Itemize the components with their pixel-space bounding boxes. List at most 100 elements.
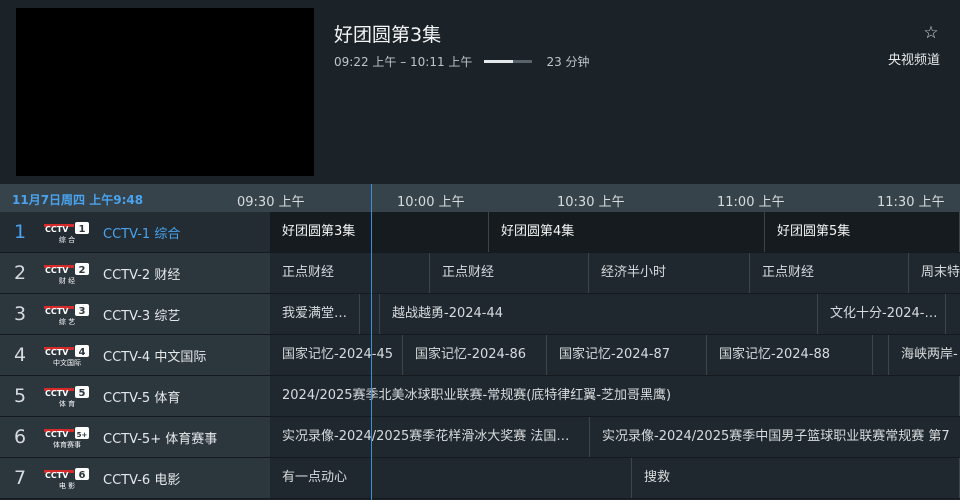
now-playing-info: 好团圆第3集 09:22 上午 – 10:11 上午 23 分钟 — [334, 20, 590, 70]
program-progress-bar — [484, 60, 533, 63]
channel-name: CCTV-2 财经 — [103, 267, 181, 283]
svg-text:5+: 5+ — [77, 431, 88, 439]
channel-info[interactable]: 3 CCTV 3 综 艺 CCTV-3 综艺 — [0, 294, 270, 334]
program-list: 实况录像-2024/2025赛季花样滑冰大奖赛 法国… 实况录像-2024/202… — [270, 417, 960, 457]
program-list: 我爱满堂… 越战越勇-2024-44 文化十分-2024-… — [270, 294, 960, 334]
channel-row[interactable]: 6 CCTV 5+ 体育赛事 CCTV-5+ 体育赛事 实况录像-2024/2025赛季花… — [0, 417, 960, 458]
program-cell[interactable]: 海峡两岸- — [889, 335, 960, 375]
program-cell[interactable]: 我爱满堂… — [270, 294, 360, 334]
svg-text:电 影: 电 影 — [59, 481, 75, 489]
channel-info[interactable]: 7 CCTV 6 电 影 CCTV-6 电影 — [0, 458, 270, 498]
program-list: 有一点动心 搜救 — [270, 458, 960, 498]
time-tick: 09:30 上午 — [237, 195, 305, 210]
program-cell[interactable]: 国家记忆-2024-88 — [707, 335, 873, 375]
program-cell[interactable]: 好团圆第5集 — [765, 212, 960, 252]
cctv-2-logo-icon: CCTV 2 财 经 — [43, 262, 91, 285]
channel-info[interactable]: 5 CCTV 5 体 育 CCTV-5 体育 — [0, 376, 270, 416]
timeline-bar: 11月7日周四 上午9:48 09:30 上午 10:00 上午 10:30 上… — [0, 184, 960, 212]
cctv-3-logo-icon: CCTV 3 综 艺 — [43, 303, 91, 326]
svg-text:5: 5 — [79, 388, 86, 399]
program-time-range: 09:22 上午 – 10:11 上午 — [334, 55, 473, 69]
time-tick: 11:00 上午 — [717, 195, 785, 210]
channel-row[interactable]: 4 CCTV 4 中文国际 CCTV-4 中文国际 国家记忆-2024-45 国家记忆-20… — [0, 335, 960, 376]
program-cell[interactable]: 周末特 — [909, 253, 960, 293]
channel-name: CCTV-4 中文国际 — [103, 349, 207, 365]
channel-number: 1 — [13, 221, 27, 243]
cctv-4-logo-icon: CCTV 4 中文国际 — [43, 344, 91, 367]
program-cell[interactable]: 搜救 — [632, 458, 960, 498]
svg-text:CCTV: CCTV — [45, 307, 69, 316]
program-cell[interactable]: 国家记忆-2024-86 — [403, 335, 547, 375]
channel-row[interactable]: 3 CCTV 3 综 艺 CCTV-3 综艺 我爱满堂… 越战越勇-2024-44 文化十分-… — [0, 294, 960, 335]
time-tick: 10:00 上午 — [397, 195, 465, 210]
channel-name: CCTV-3 综艺 — [103, 308, 181, 324]
channel-info[interactable]: 4 CCTV 4 中文国际 CCTV-4 中文国际 — [0, 335, 270, 375]
channel-row[interactable]: 5 CCTV 5 体 育 CCTV-5 体育 2024/2025赛季北美冰球职业联赛-常规… — [0, 376, 960, 417]
channel-row[interactable]: 2 CCTV 2 财 经 CCTV-2 财经 正点财经 正点财经 经济半小时 正点财经 周末特 — [0, 253, 960, 294]
svg-text:CCTV: CCTV — [45, 225, 69, 234]
program-cell[interactable] — [946, 294, 960, 334]
svg-text:6: 6 — [79, 470, 86, 481]
program-cell[interactable]: 实况录像-2024/2025赛季花样滑冰大奖赛 法国… — [270, 417, 590, 457]
channel-number: 4 — [13, 344, 27, 366]
channel-number: 7 — [13, 467, 27, 489]
channel-name: CCTV-1 综合 — [103, 226, 181, 242]
channel-row[interactable]: 1 CCTV 1 综 合 CCTV-1 综合 好团圆第3集 好团圆第4集 好团圆第5集 — [0, 212, 960, 253]
program-remaining: 23 分钟 — [546, 55, 590, 69]
svg-text:财 经: 财 经 — [59, 276, 75, 284]
channel-info[interactable]: 6 CCTV 5+ 体育赛事 CCTV-5+ 体育赛事 — [0, 417, 270, 457]
program-cell[interactable]: 实况录像-2024/2025赛季中国男子篮球职业联赛常规赛 第7 — [590, 417, 960, 457]
svg-text:体育赛事: 体育赛事 — [53, 440, 81, 448]
program-cell[interactable]: 好团圆第3集 — [270, 212, 489, 252]
program-list: 好团圆第3集 好团圆第4集 好团圆第5集 — [270, 212, 960, 252]
cctv-5-logo-icon: CCTV 5 体 育 — [43, 385, 91, 408]
time-tick: 10:30 上午 — [557, 195, 625, 210]
program-cell[interactable] — [360, 294, 380, 334]
channel-group-label[interactable]: 央视频道 — [888, 49, 940, 68]
svg-text:CCTV: CCTV — [45, 389, 69, 398]
cctv-1-logo-icon: CCTV 1 综 合 — [43, 221, 91, 244]
channel-number: 3 — [13, 303, 27, 325]
program-cell[interactable]: 国家记忆-2024-45 — [270, 335, 403, 375]
program-cell[interactable]: 2024/2025赛季北美冰球职业联赛-常规赛(底特律红翼-芝加哥黑鹰) — [270, 376, 960, 416]
program-cell[interactable] — [873, 335, 889, 375]
program-cell[interactable]: 经济半小时 — [589, 253, 750, 293]
program-title: 好团圆第3集 — [334, 24, 442, 46]
program-cell[interactable]: 有一点动心 — [270, 458, 632, 498]
svg-text:CCTV: CCTV — [45, 348, 69, 357]
svg-text:4: 4 — [79, 347, 86, 358]
channel-row[interactable]: 7 CCTV 6 电 影 CCTV-6 电影 有一点动心 搜救 — [0, 458, 960, 499]
program-cell[interactable]: 正点财经 — [270, 253, 430, 293]
program-cell[interactable]: 正点财经 — [430, 253, 589, 293]
program-cell[interactable]: 文化十分-2024-… — [818, 294, 946, 334]
program-cell[interactable]: 国家记忆-2024-87 — [547, 335, 707, 375]
program-cell[interactable]: 越战越勇-2024-44 — [380, 294, 818, 334]
channel-name: CCTV-5 体育 — [103, 390, 181, 406]
program-meta: 09:22 上午 – 10:11 上午 23 分钟 — [334, 53, 590, 70]
current-datetime: 11月7日周四 上午9:48 — [12, 193, 144, 207]
svg-text:CCTV: CCTV — [45, 471, 69, 480]
svg-text:3: 3 — [79, 306, 86, 317]
tv-guide: 好团圆第3集 09:22 上午 – 10:11 上午 23 分钟 ☆ 央视频道 … — [0, 0, 960, 500]
program-list: 2024/2025赛季北美冰球职业联赛-常规赛(底特律红翼-芝加哥黑鹰) — [270, 376, 960, 416]
channel-info[interactable]: 2 CCTV 2 财 经 CCTV-2 财经 — [0, 253, 270, 293]
svg-text:2: 2 — [79, 265, 86, 276]
channel-name: CCTV-6 电影 — [103, 472, 181, 488]
svg-text:中文国际: 中文国际 — [53, 358, 81, 366]
program-cell[interactable]: 正点财经 — [750, 253, 909, 293]
svg-text:CCTV: CCTV — [45, 266, 69, 275]
channel-info[interactable]: 1 CCTV 1 综 合 CCTV-1 综合 — [0, 212, 270, 252]
channel-name: CCTV-5+ 体育赛事 — [103, 431, 218, 447]
program-progress-fill — [484, 60, 514, 63]
video-preview[interactable] — [16, 8, 314, 176]
current-time-indicator — [371, 184, 372, 500]
channel-number: 6 — [13, 426, 27, 448]
cctv-6-logo-icon: CCTV 6 电 影 — [43, 467, 91, 490]
svg-text:综 艺: 综 艺 — [59, 317, 75, 325]
channel-number: 2 — [13, 262, 27, 284]
svg-text:CCTV: CCTV — [45, 430, 69, 439]
program-grid: 1 CCTV 1 综 合 CCTV-1 综合 好团圆第3集 好团圆第4集 好团圆第5集 2 CCT… — [0, 212, 960, 500]
star-icon[interactable]: ☆ — [922, 24, 940, 42]
program-cell[interactable]: 好团圆第4集 — [489, 212, 765, 252]
channel-number: 5 — [13, 385, 27, 407]
